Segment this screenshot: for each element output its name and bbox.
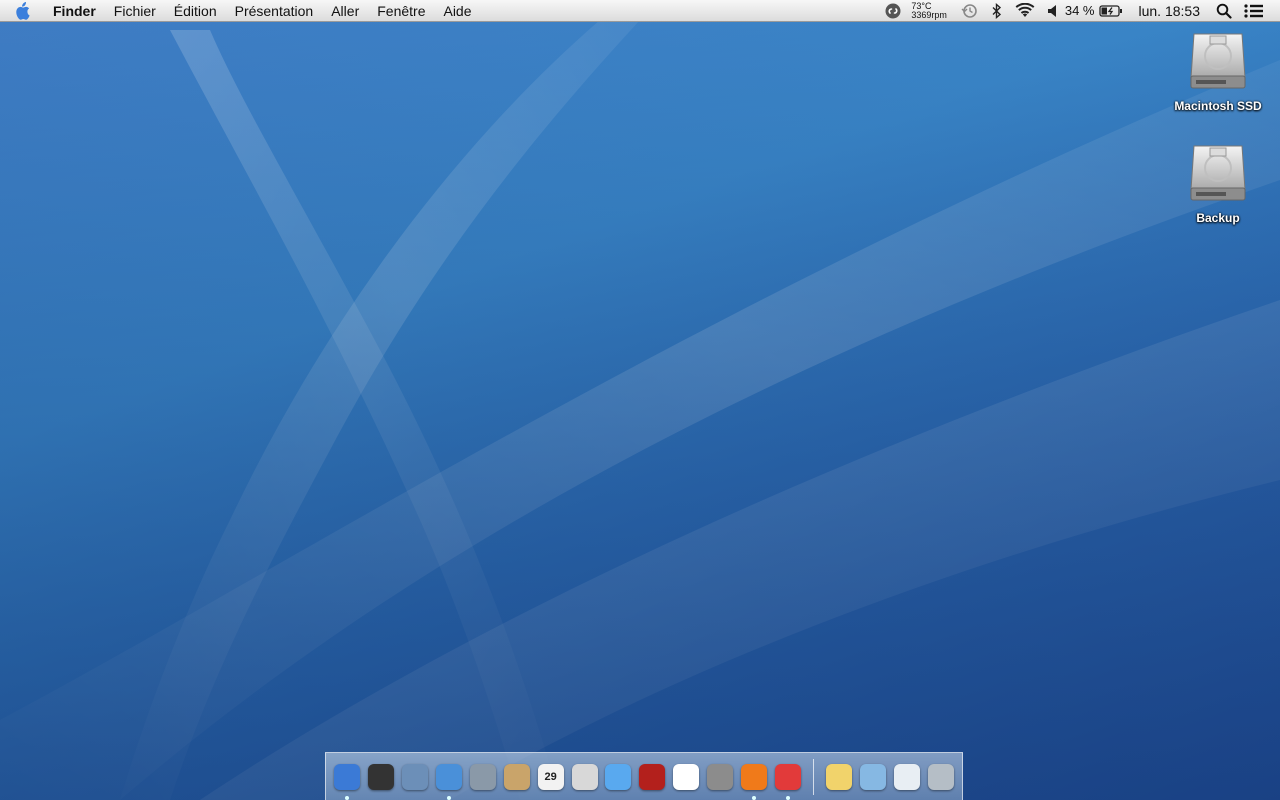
desktop-icon-label: Macintosh SSD (1174, 99, 1262, 113)
spotlight-search-icon[interactable] (1216, 3, 1232, 19)
dock-item-messages[interactable] (604, 762, 634, 792)
trash-icon (927, 763, 954, 790)
stickies-icon (826, 763, 853, 790)
photos-icon (571, 763, 598, 790)
desktop-icon-label: Backup (1196, 211, 1240, 225)
dock-item-trash[interactable] (926, 762, 956, 792)
preview-icon (401, 763, 428, 790)
bluetooth-icon[interactable] (991, 2, 1003, 19)
dock-item-contacts[interactable] (502, 762, 532, 792)
folder-icon (860, 763, 887, 790)
dock-item-launchpad[interactable] (366, 762, 396, 792)
fan-speed-value: 3369rpm (911, 9, 947, 20)
dock: 29 (325, 752, 963, 800)
menu-aide[interactable]: Aide (434, 0, 480, 22)
dock-item-facetime[interactable] (468, 762, 498, 792)
dock-item-calendar[interactable]: 29 (536, 762, 566, 792)
dock-item-documents-folder[interactable] (858, 762, 888, 792)
dock-item-finder[interactable] (332, 762, 362, 800)
notification-center-icon[interactable] (1244, 3, 1264, 19)
dock-item-downloads[interactable] (892, 762, 922, 792)
messages-icon (605, 763, 632, 790)
calendar-icon: 29 (537, 763, 564, 790)
safari-icon (435, 763, 462, 790)
menu-presentation[interactable]: Présentation (226, 0, 323, 22)
running-indicator (345, 795, 349, 800)
running-indicator (752, 795, 757, 800)
menu-app-name[interactable]: Finder (44, 0, 105, 22)
battery-charging-icon[interactable] (1098, 4, 1123, 18)
address-book-icon (503, 763, 530, 790)
menu-bar: Finder Fichier Édition Présentation Alle… (0, 0, 1280, 22)
dock-item-preview[interactable] (400, 762, 430, 792)
photo-booth-icon (639, 763, 666, 790)
apple-menu-icon[interactable] (0, 1, 44, 20)
desktop-icon-backup[interactable]: Backup (1163, 142, 1273, 225)
menu-edition[interactable]: Édition (165, 0, 226, 22)
dashboard-icon (367, 763, 394, 790)
battery-percentage[interactable]: 34 % (1065, 3, 1095, 18)
menu-fenetre[interactable]: Fenêtre (368, 0, 434, 22)
dock-item-itunes[interactable] (671, 762, 701, 792)
facetime-icon (469, 763, 496, 790)
desktop-wallpaper (0, 0, 1280, 800)
menu-bar-clock[interactable]: lun. 18:53 (1139, 3, 1201, 19)
menu-fichier[interactable]: Fichier (105, 0, 165, 22)
hard-drive-icon (1188, 142, 1248, 209)
time-machine-icon[interactable] (961, 3, 979, 19)
shazam-icon[interactable] (885, 3, 901, 19)
orange-ring-app-icon (741, 763, 768, 790)
dock-item-notes[interactable] (824, 762, 854, 792)
itunes-icon (673, 763, 700, 790)
volume-icon[interactable] (1047, 4, 1059, 18)
finder-icon (333, 763, 360, 790)
dock-item-vlc-like-app[interactable] (739, 762, 769, 800)
running-indicator (786, 795, 791, 800)
system-preferences-icon (707, 763, 734, 790)
dock-item-photo-booth[interactable] (570, 762, 600, 792)
dock-item-photo-booth-2[interactable] (637, 762, 667, 792)
running-indicator (446, 795, 451, 800)
red-app-icon (775, 763, 802, 790)
menu-aller[interactable]: Aller (322, 0, 368, 22)
hard-drive-icon (1188, 30, 1248, 97)
temperature-monitor[interactable]: 73°C 3369rpm (911, 1, 947, 20)
dock-item-system-preferences[interactable] (705, 762, 735, 792)
desktop-icon-macintosh-ssd[interactable]: Macintosh SSD (1163, 30, 1273, 113)
wifi-icon[interactable] (1015, 2, 1035, 19)
dock-separator (813, 758, 815, 795)
dock-item-red-app[interactable] (773, 762, 803, 800)
dock-item-safari[interactable] (434, 762, 464, 800)
downloads-icon (893, 763, 920, 790)
